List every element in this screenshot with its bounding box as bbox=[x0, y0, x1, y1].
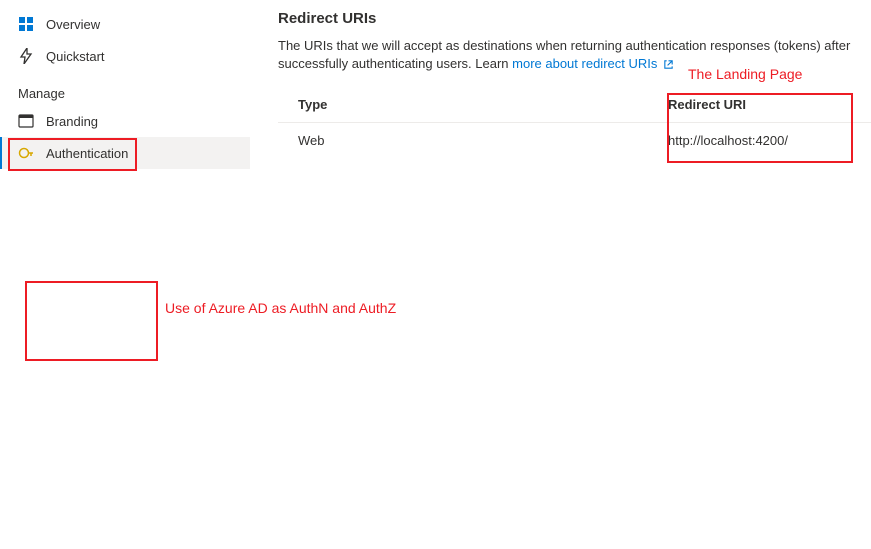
redirect-uris-title: Redirect URIs bbox=[278, 10, 871, 27]
sidebar-item-quickstart[interactable]: Quickstart bbox=[0, 40, 250, 72]
th-redirect-uri: Redirect URI bbox=[668, 97, 851, 112]
sidebar-item-label: Branding bbox=[46, 114, 98, 129]
table-header: Type Redirect URI bbox=[278, 87, 871, 123]
authentication-icon bbox=[18, 145, 34, 161]
overview-icon bbox=[18, 16, 34, 32]
sidebar-item-overview[interactable]: Overview bbox=[0, 8, 250, 40]
th-type: Type bbox=[298, 97, 668, 112]
external-link-icon bbox=[663, 57, 674, 75]
td-redirect-uri: http://localhost:4200/ bbox=[668, 133, 851, 148]
redirect-uris-table: Type Redirect URI Web http://localhost:4… bbox=[278, 87, 871, 158]
td-type: Web bbox=[298, 133, 668, 148]
sidebar-item-authentication[interactable]: Authentication bbox=[0, 137, 250, 169]
sidebar: Overview Quickstart Manage Branding Auth… bbox=[0, 0, 250, 169]
sidebar-item-label: Quickstart bbox=[46, 49, 105, 64]
sidebar-item-label: Overview bbox=[46, 17, 100, 32]
redirect-uris-description: The URIs that we will accept as destinat… bbox=[278, 37, 871, 75]
sidebar-item-branding[interactable]: Branding bbox=[0, 105, 250, 137]
main-content: Redirect URIs The URIs that we will acce… bbox=[250, 0, 871, 169]
lightning-icon bbox=[18, 48, 34, 64]
redirect-learn-more-link[interactable]: more about redirect URIs bbox=[512, 56, 674, 71]
branding-icon bbox=[18, 113, 34, 129]
table-row: Web http://localhost:4200/ bbox=[278, 123, 871, 158]
sidebar-item-label: Authentication bbox=[46, 146, 128, 161]
sidebar-group-manage: Manage bbox=[0, 72, 250, 105]
annotation-authn-authz: Use of Azure AD as AuthN and AuthZ bbox=[165, 300, 396, 316]
annotation-box-implicit-checkboxes bbox=[25, 281, 158, 361]
